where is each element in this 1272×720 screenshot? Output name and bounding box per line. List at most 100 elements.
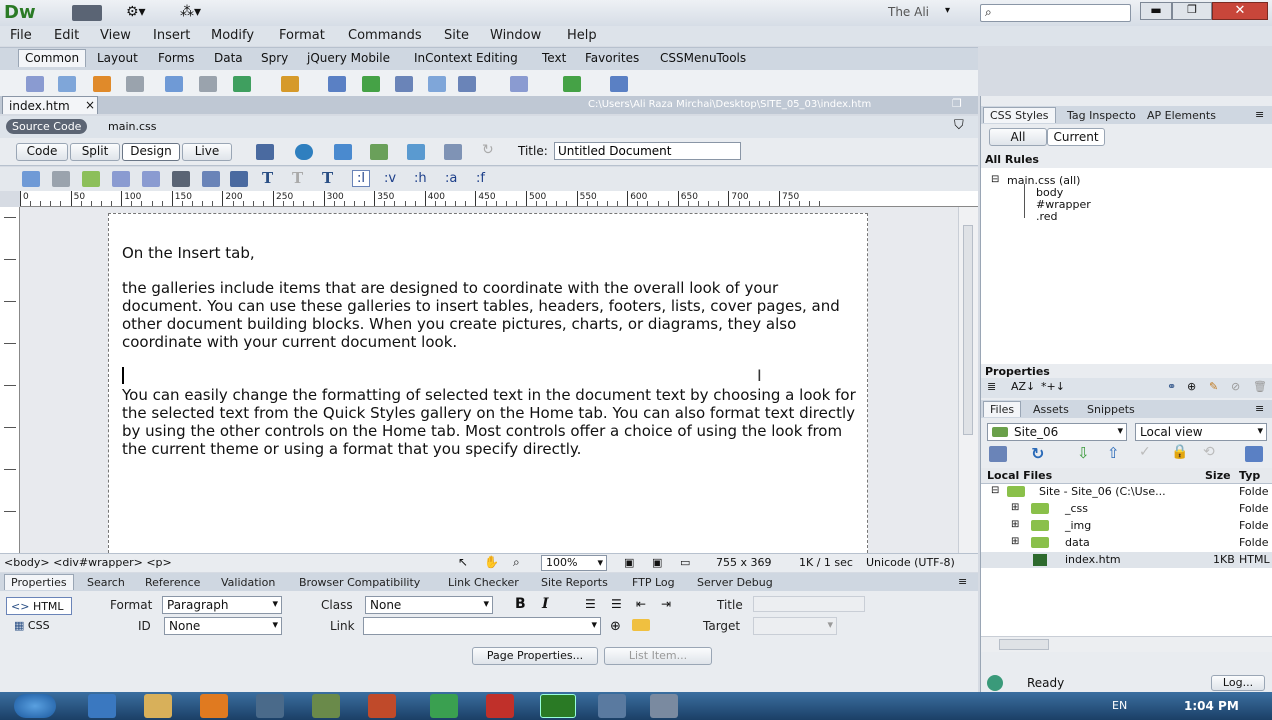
expand-icon[interactable]: ⊞ (1011, 536, 1019, 547)
panel-menu-icon[interactable]: ≡ (958, 575, 967, 588)
current-button[interactable]: Current (1047, 128, 1105, 146)
window-size[interactable]: 755 x 369 (716, 556, 772, 569)
menu-view[interactable]: View (100, 28, 131, 43)
wrapper-div[interactable]: On the Insert tab, the galleries include… (108, 213, 868, 553)
menu-modify[interactable]: Modify (211, 28, 254, 43)
file-management-icon[interactable] (334, 144, 352, 160)
format-h-button[interactable]: :h (414, 171, 427, 186)
image-icon[interactable] (233, 76, 251, 92)
search-input[interactable]: ⌕ (980, 4, 1131, 22)
design-view-button[interactable]: Design (122, 143, 180, 161)
html-mode-button[interactable]: <> HTML (6, 597, 72, 615)
italic-button[interactable]: I (542, 596, 549, 612)
menu-commands[interactable]: Commands (348, 28, 422, 43)
chevron-down-icon[interactable]: ▾ (945, 5, 950, 16)
filter-icon[interactable]: ⛉ (954, 118, 964, 133)
tag-chooser-icon[interactable] (610, 76, 628, 92)
chrome-icon[interactable] (430, 694, 458, 718)
start-button[interactable] (14, 694, 56, 718)
restore-document-icon[interactable]: ❐ (952, 97, 962, 110)
horizontal-scrollbar[interactable] (981, 636, 1272, 652)
tab-search[interactable]: Search (87, 576, 125, 589)
hand-tool-icon[interactable]: ✋ (484, 555, 499, 569)
ordered-list-icon[interactable]: ☰ (611, 597, 622, 611)
paragraph-3[interactable]: You can easily change the formatting of … (122, 386, 862, 458)
menu-window[interactable]: Window (490, 28, 541, 43)
div-icon[interactable] (199, 76, 217, 92)
tab-favorites[interactable]: Favorites (585, 51, 639, 65)
rule-red[interactable]: .red (1036, 210, 1058, 223)
chart-icon[interactable] (230, 171, 248, 187)
tab-ap-elements[interactable]: AP Elements (1147, 109, 1216, 122)
view-select[interactable]: Local view (1135, 423, 1267, 441)
refresh-icon[interactable]: ↻ (482, 142, 494, 158)
file-row[interactable]: ⊞ _css Folde (981, 501, 1272, 517)
get-files-icon[interactable]: ⇩ (1077, 444, 1090, 462)
point-to-file-icon[interactable]: ⊕ (610, 619, 621, 634)
log-button[interactable]: Log... (1211, 675, 1265, 691)
media-player-icon[interactable] (200, 694, 228, 718)
media-icon[interactable] (281, 76, 299, 92)
text-size-icon[interactable]: T (322, 169, 333, 187)
frame-icon[interactable] (112, 171, 130, 187)
bold-button[interactable]: B (515, 596, 526, 612)
attach-stylesheet-icon[interactable]: ⚭ (1167, 380, 1176, 393)
menu-insert[interactable]: Insert (153, 28, 190, 43)
text-style-icon[interactable]: T (262, 169, 273, 187)
table-icon[interactable] (165, 76, 183, 92)
menu-format[interactable]: Format (279, 28, 325, 43)
tab-forms[interactable]: Forms (158, 51, 194, 65)
clock[interactable]: 1:04 PM (1184, 699, 1239, 713)
app-icon[interactable] (256, 694, 284, 718)
explorer-icon[interactable] (144, 694, 172, 718)
check-browser-icon[interactable] (407, 144, 425, 160)
link-input[interactable] (363, 617, 601, 635)
window-size-icon[interactable]: ▣ (624, 556, 634, 569)
file-row[interactable]: ⊞ _img Folde (981, 518, 1272, 534)
category-view-icon[interactable]: ≣ (987, 380, 996, 393)
col-size[interactable]: Size (1205, 469, 1231, 482)
live-view-button[interactable]: Live (182, 143, 232, 161)
tab-ftp-log[interactable]: FTP Log (632, 576, 675, 589)
zoom-tool-icon[interactable]: ⌕ (513, 555, 520, 570)
preview-browser-icon[interactable] (295, 144, 313, 160)
server-side-include-icon[interactable] (395, 76, 413, 92)
visual-aids-icon[interactable] (444, 144, 462, 160)
zoom-select[interactable]: 100% (541, 555, 607, 571)
col-local-files[interactable]: Local Files (987, 469, 1052, 482)
user-menu[interactable]: The Ali (888, 5, 929, 19)
expand-panel-icon[interactable] (1245, 446, 1263, 462)
tab-tag-inspector[interactable]: Tag Inspecto (1067, 109, 1136, 122)
minimize-button[interactable]: ▬ (1140, 2, 1172, 20)
put-files-icon[interactable]: ⇧ (1107, 444, 1120, 462)
tab-layout[interactable]: Layout (97, 51, 138, 65)
disable-rule-icon[interactable]: ⊘ (1231, 380, 1240, 393)
format-v-button[interactable]: :v (384, 171, 396, 186)
email-link-icon[interactable] (58, 76, 76, 92)
scrollbar-thumb[interactable] (999, 639, 1049, 650)
print-icon[interactable] (52, 171, 70, 187)
format-select[interactable]: Paragraph (162, 596, 282, 614)
related-file-main-css[interactable]: main.css (108, 120, 157, 133)
file-row[interactable]: index.htm 1KB HTML (981, 552, 1272, 568)
app-icon[interactable] (650, 694, 678, 718)
unordered-list-icon[interactable]: ☰ (585, 597, 596, 611)
tab-link-checker[interactable]: Link Checker (448, 576, 519, 589)
tab-server-debug[interactable]: Server Debug (697, 576, 773, 589)
all-button[interactable]: All (989, 128, 1047, 146)
tag-selector[interactable]: <body> <div#wrapper> <p> (4, 556, 172, 569)
named-anchor-icon[interactable] (93, 76, 111, 92)
menu-site[interactable]: Site (444, 28, 469, 43)
w3c-validation-icon[interactable] (370, 144, 388, 160)
menu-edit[interactable]: Edit (54, 28, 79, 43)
page-properties-button[interactable]: Page Properties... (472, 647, 598, 665)
collapse-icon[interactable]: ⊟ (991, 485, 999, 496)
tablet-size-icon[interactable]: ▣ (652, 556, 662, 569)
comment-icon[interactable] (428, 76, 446, 92)
code-view-button[interactable]: Code (16, 143, 68, 161)
templates-icon[interactable] (563, 76, 581, 92)
delete-rule-icon[interactable]: 🗑 (1253, 380, 1267, 393)
indent-icon[interactable]: ⇥ (661, 597, 671, 611)
paragraph-1[interactable]: On the Insert tab, (122, 244, 862, 262)
files-panel-menu-icon[interactable]: ≡ (1255, 402, 1264, 415)
